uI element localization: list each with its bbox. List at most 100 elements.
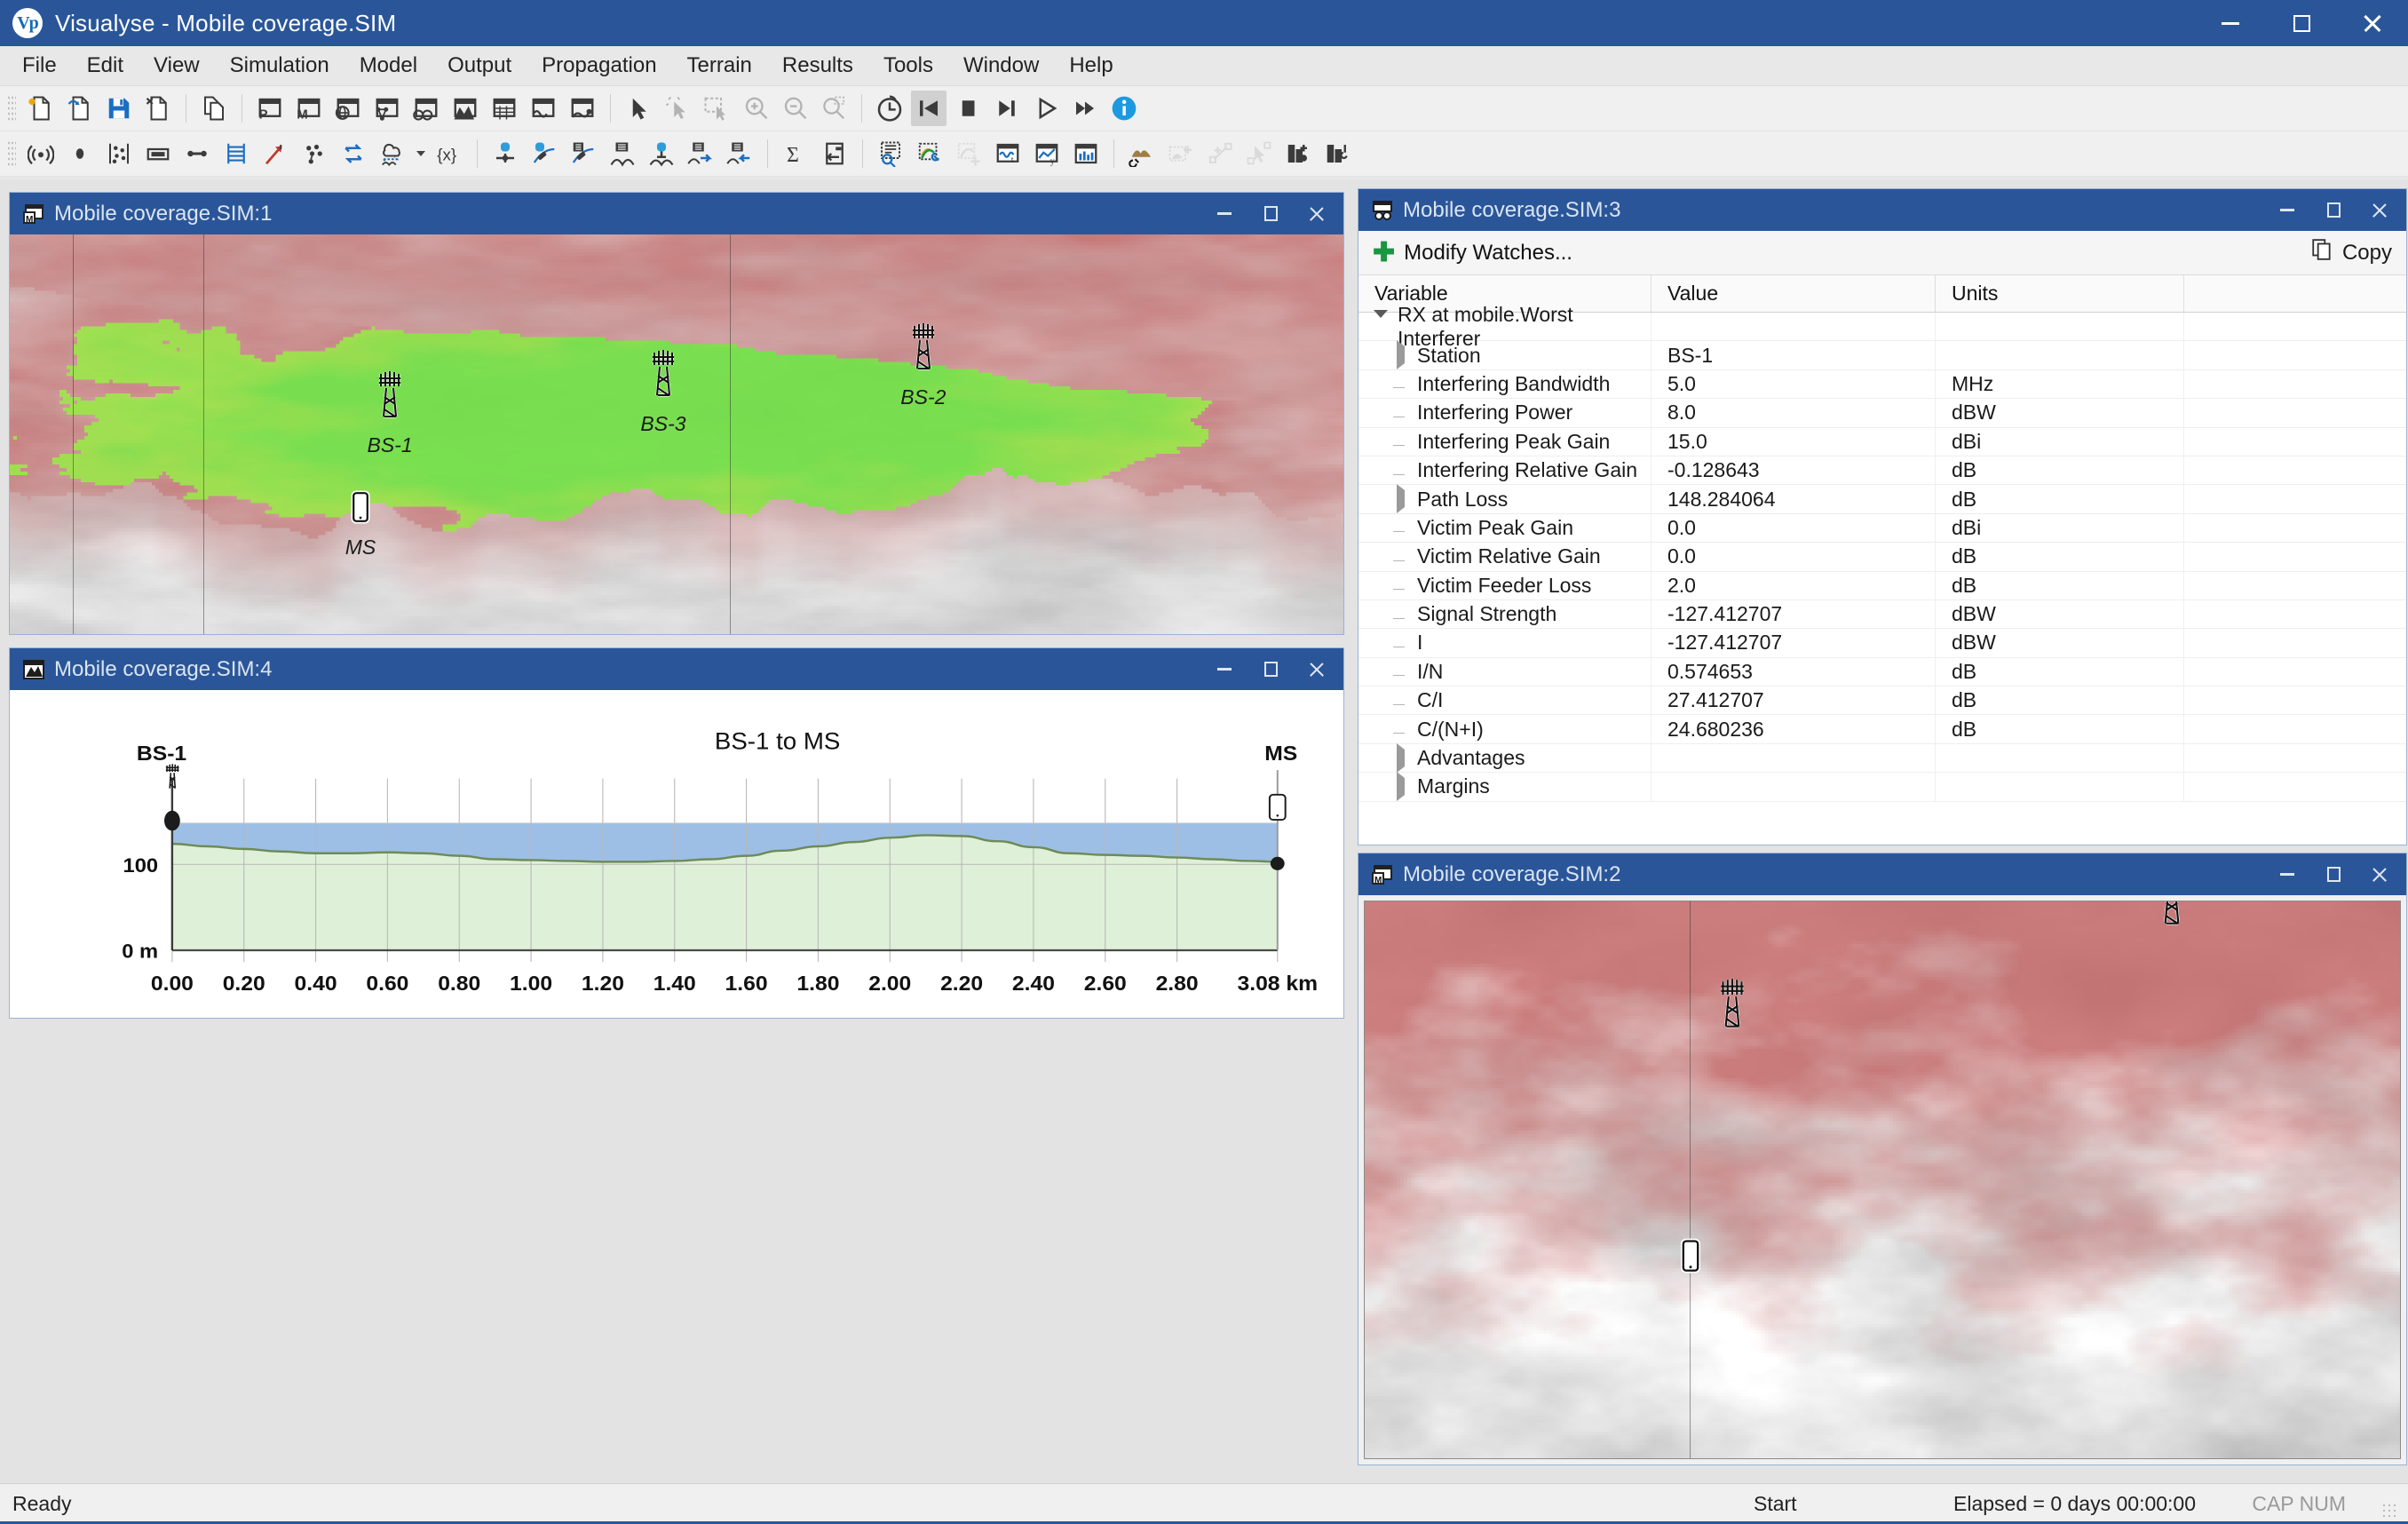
- scatter-points-button[interactable]: [101, 136, 137, 171]
- window-title-bar-profile[interactable]: Mobile coverage.SIM:4: [10, 648, 1343, 690]
- app-maximize-button[interactable]: [2266, 0, 2337, 46]
- column-header-units[interactable]: Units: [1936, 275, 2184, 312]
- copy-button[interactable]: Copy: [2310, 238, 2392, 267]
- window-title-bar-map-1[interactable]: M Mobile coverage.SIM:1: [10, 193, 1343, 234]
- find-terrain-button[interactable]: [873, 136, 908, 171]
- traffic-flow-button[interactable]: [336, 136, 371, 171]
- column-header-value[interactable]: Value: [1652, 275, 1936, 312]
- menu-item-edit[interactable]: Edit: [72, 48, 139, 83]
- toolbar-grip[interactable]: [7, 140, 16, 167]
- create-station-button[interactable]: [487, 136, 523, 171]
- collapse-twisty-icon[interactable]: [1369, 309, 1392, 336]
- app-minimize-button[interactable]: [2195, 0, 2266, 46]
- coverage-map-2[interactable]: [1364, 901, 2401, 1459]
- variable-button[interactable]: {x}: [432, 136, 467, 171]
- watch-close-button[interactable]: [2357, 189, 2403, 231]
- table-row[interactable]: Interfering Peak Gain 15.0 dBi: [1358, 427, 2406, 456]
- new-plot-view-button[interactable]: P: [252, 91, 288, 126]
- new-table-view-button[interactable]: [487, 91, 522, 126]
- copy-button[interactable]: [196, 91, 232, 126]
- cluster-button[interactable]: [297, 136, 332, 171]
- vector-arrow-button[interactable]: [257, 136, 293, 171]
- station-ground-orbit-button[interactable]: [566, 136, 601, 171]
- terrain-settings-button[interactable]: [912, 136, 947, 171]
- table-row[interactable]: Margins: [1358, 771, 2406, 802]
- table-row[interactable]: Victim Relative Gain 0.0 dB: [1358, 543, 2406, 572]
- station-marker-bs-3[interactable]: BS-3: [640, 349, 686, 435]
- bar-chart-button[interactable]: [1068, 136, 1104, 171]
- table-row[interactable]: Interfering Relative Gain -0.128643 dB: [1358, 456, 2406, 486]
- export-button[interactable]: [817, 136, 852, 171]
- info-button[interactable]: [1106, 91, 1142, 126]
- watch-maximize-button[interactable]: [2310, 189, 2357, 231]
- table-row[interactable]: Interfering Bandwidth 5.0 MHz: [1358, 369, 2406, 400]
- pointer-tool-button[interactable]: [621, 91, 656, 126]
- station-terrestrial-button[interactable]: [605, 136, 640, 171]
- menu-item-terrain[interactable]: Terrain: [672, 48, 767, 83]
- rain-cloud-button[interactable]: [375, 136, 410, 171]
- map2-minimize-button[interactable]: [2264, 853, 2310, 895]
- menu-item-file[interactable]: File: [7, 48, 72, 83]
- menu-item-view[interactable]: View: [139, 48, 215, 83]
- station-orbit-button[interactable]: [527, 136, 562, 171]
- map2-maximize-button[interactable]: [2310, 853, 2357, 895]
- station-tx-button[interactable]: [683, 136, 718, 171]
- clock-button[interactable]: [872, 91, 907, 126]
- station-marker-unnamed[interactable]: [1718, 978, 1747, 1038]
- building-settings-button[interactable]: [1319, 136, 1355, 171]
- building-add-button[interactable]: [1280, 136, 1316, 171]
- coverage-map-1[interactable]: BS-1 BS-3 BS-2 MS: [10, 234, 1343, 634]
- table-row[interactable]: RX at mobile.Worst Interferer: [1358, 303, 2406, 350]
- table-row[interactable]: Victim Feeder Loss 2.0 dB: [1358, 571, 2406, 600]
- chevron-down-icon[interactable]: [412, 136, 430, 171]
- resize-grip[interactable]: [2381, 1503, 2397, 1519]
- fast-forward-button[interactable]: [1067, 91, 1103, 126]
- open-file-button[interactable]: [62, 91, 98, 126]
- profile-maximize-button[interactable]: [1248, 648, 1294, 690]
- station-marker-ms[interactable]: MS: [345, 490, 376, 559]
- profile-minimize-button[interactable]: [1201, 648, 1248, 690]
- station-rx-button[interactable]: [722, 136, 757, 171]
- rewind-start-button[interactable]: [911, 91, 947, 126]
- new-globe-view-button[interactable]: [330, 91, 366, 126]
- menu-item-propagation[interactable]: Propagation: [527, 48, 671, 83]
- app-close-button[interactable]: [2337, 0, 2408, 46]
- antenna-signal-button[interactable]: [23, 136, 59, 171]
- menu-item-simulation[interactable]: Simulation: [215, 48, 345, 83]
- rectangle-button[interactable]: [140, 136, 176, 171]
- station-marker-bs-1[interactable]: BS-1: [367, 370, 413, 456]
- menu-item-model[interactable]: Model: [345, 48, 432, 83]
- menu-item-window[interactable]: Window: [948, 48, 1054, 83]
- table-row[interactable]: Path Loss 148.284064 dB: [1358, 484, 2406, 514]
- time-chart-button[interactable]: t: [990, 136, 1026, 171]
- new-file-button[interactable]: [23, 91, 59, 126]
- table-row[interactable]: Victim Peak Gain 0.0 dBi: [1358, 513, 2406, 544]
- menu-item-output[interactable]: Output: [432, 48, 527, 83]
- mobile-station-button[interactable]: [644, 136, 679, 171]
- table-row[interactable]: Station BS-1: [1358, 340, 2406, 370]
- xy-chart-button[interactable]: y: [1029, 136, 1065, 171]
- new-terrain-view-button[interactable]: [448, 91, 483, 126]
- map1-close-button[interactable]: [1294, 193, 1340, 234]
- close-file-button[interactable]: [140, 91, 176, 126]
- window-coverage-map-1[interactable]: M Mobile coverage.SIM:1 BS-1 BS-3 BS-2 MS: [9, 192, 1344, 635]
- window-title-bar-map-2[interactable]: M Mobile coverage.SIM:2: [1358, 853, 2406, 895]
- sum-button[interactable]: Σ: [778, 136, 813, 171]
- table-row[interactable]: Advantages: [1358, 742, 2406, 774]
- toolbar-grip[interactable]: [7, 95, 16, 122]
- expand-twisty-icon[interactable]: [1389, 771, 1412, 801]
- window-coverage-map-2[interactable]: M Mobile coverage.SIM:2: [1358, 853, 2407, 1465]
- expand-twisty-icon[interactable]: [1389, 742, 1412, 773]
- station-marker-unnamed[interactable]: [1681, 1238, 1701, 1280]
- point-button[interactable]: [62, 136, 98, 171]
- modify-watches-button[interactable]: ✚ Modify Watches...: [1373, 239, 1572, 266]
- stop-button[interactable]: [950, 91, 986, 126]
- window-watch-3[interactable]: Mobile coverage.SIM:3 ✚ Modify Watches..…: [1358, 188, 2407, 845]
- menu-item-tools[interactable]: Tools: [868, 48, 948, 83]
- table-row[interactable]: I/N 0.574653 dB: [1358, 657, 2406, 687]
- expand-twisty-icon[interactable]: [1389, 340, 1412, 370]
- window-path-profile-4[interactable]: Mobile coverage.SIM:4 100 0 m 0.00 0.20 0.40…: [9, 647, 1344, 1019]
- table-row[interactable]: C/I 27.412707 dB: [1358, 687, 2406, 716]
- save-button[interactable]: [101, 91, 137, 126]
- menu-item-help[interactable]: Help: [1054, 48, 1128, 83]
